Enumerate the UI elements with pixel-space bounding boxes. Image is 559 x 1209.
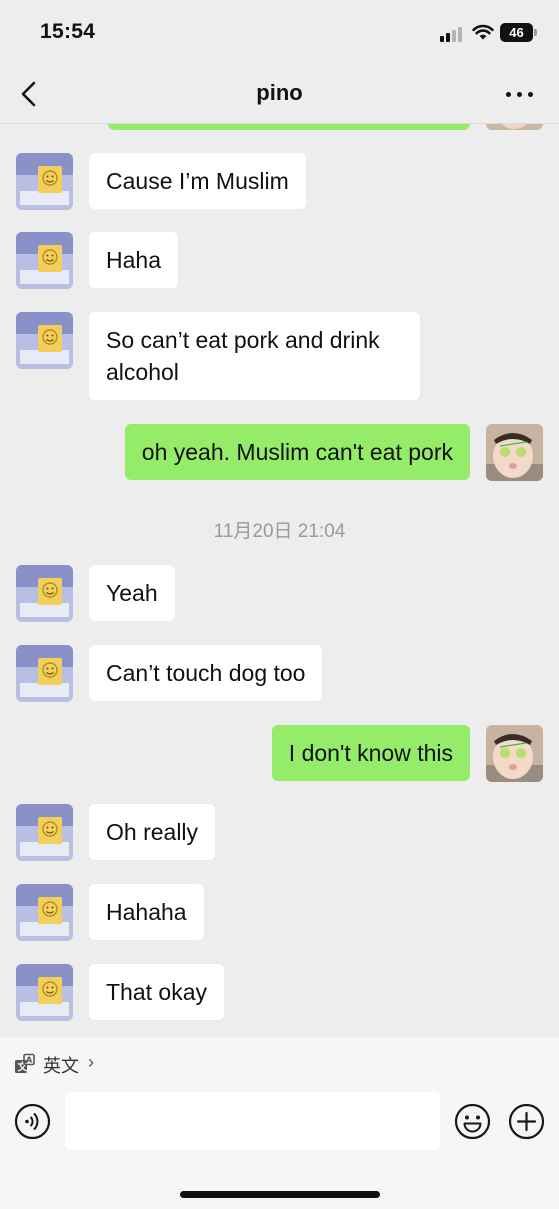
incoming-message[interactable]: Can’t touch dog too [89,645,323,701]
svg-text:A: A [26,1056,33,1065]
contact-avatar[interactable] [16,884,73,941]
nav-bar: pino [0,64,559,124]
home-indicator[interactable] [180,1191,380,1198]
incoming-message[interactable]: Cause I’m Muslim [89,153,306,209]
wifi-icon [472,24,494,40]
chat-area[interactable]: Cause I’m Muslim Haha So can’t eat pork … [0,124,559,1038]
contact-avatar[interactable] [16,565,73,622]
message-bubble-partial [108,124,470,130]
message-input[interactable] [65,1092,440,1150]
chat-title: pino [256,80,303,105]
contact-avatar[interactable] [16,645,73,702]
chevron-right-icon: › [88,1052,94,1072]
contact-avatar[interactable] [16,964,73,1021]
translate-bar[interactable]: 文 A 英文 › [0,1038,559,1090]
contact-avatar[interactable] [16,312,73,369]
my-avatar[interactable] [486,725,543,782]
signal-icon [440,26,466,42]
incoming-message[interactable]: Oh really [89,804,216,860]
incoming-message[interactable]: Haha [89,232,178,288]
incoming-message[interactable]: So can’t eat pork and drink alcohol [89,312,420,400]
battery-cap [534,29,537,36]
more-icon[interactable] [500,82,540,106]
voice-icon[interactable] [14,1103,51,1140]
incoming-message[interactable]: Yeah [89,565,175,621]
translate-icon: 文 A [15,1053,35,1074]
status-time: 15:54 [40,20,96,43]
my-avatar[interactable] [486,424,543,481]
status-bar: 15:54 46 [0,0,559,64]
my-avatar[interactable] [486,124,543,130]
translate-language[interactable]: 英文 [43,1052,79,1078]
battery-icon: 46 [500,23,533,42]
incoming-message[interactable]: That okay [89,964,224,1020]
outgoing-message[interactable]: oh yeah. Muslim can't eat pork [124,424,470,480]
contact-avatar[interactable] [16,804,73,861]
contact-avatar[interactable] [16,153,73,210]
message-timestamp: 11月20日 21:04 [213,521,346,542]
contact-avatar[interactable] [16,232,73,289]
incoming-message[interactable]: Hahaha [89,884,204,940]
plus-icon[interactable] [508,1103,545,1140]
outgoing-message[interactable]: I don't know this [271,725,470,781]
emoji-icon[interactable] [454,1103,491,1140]
